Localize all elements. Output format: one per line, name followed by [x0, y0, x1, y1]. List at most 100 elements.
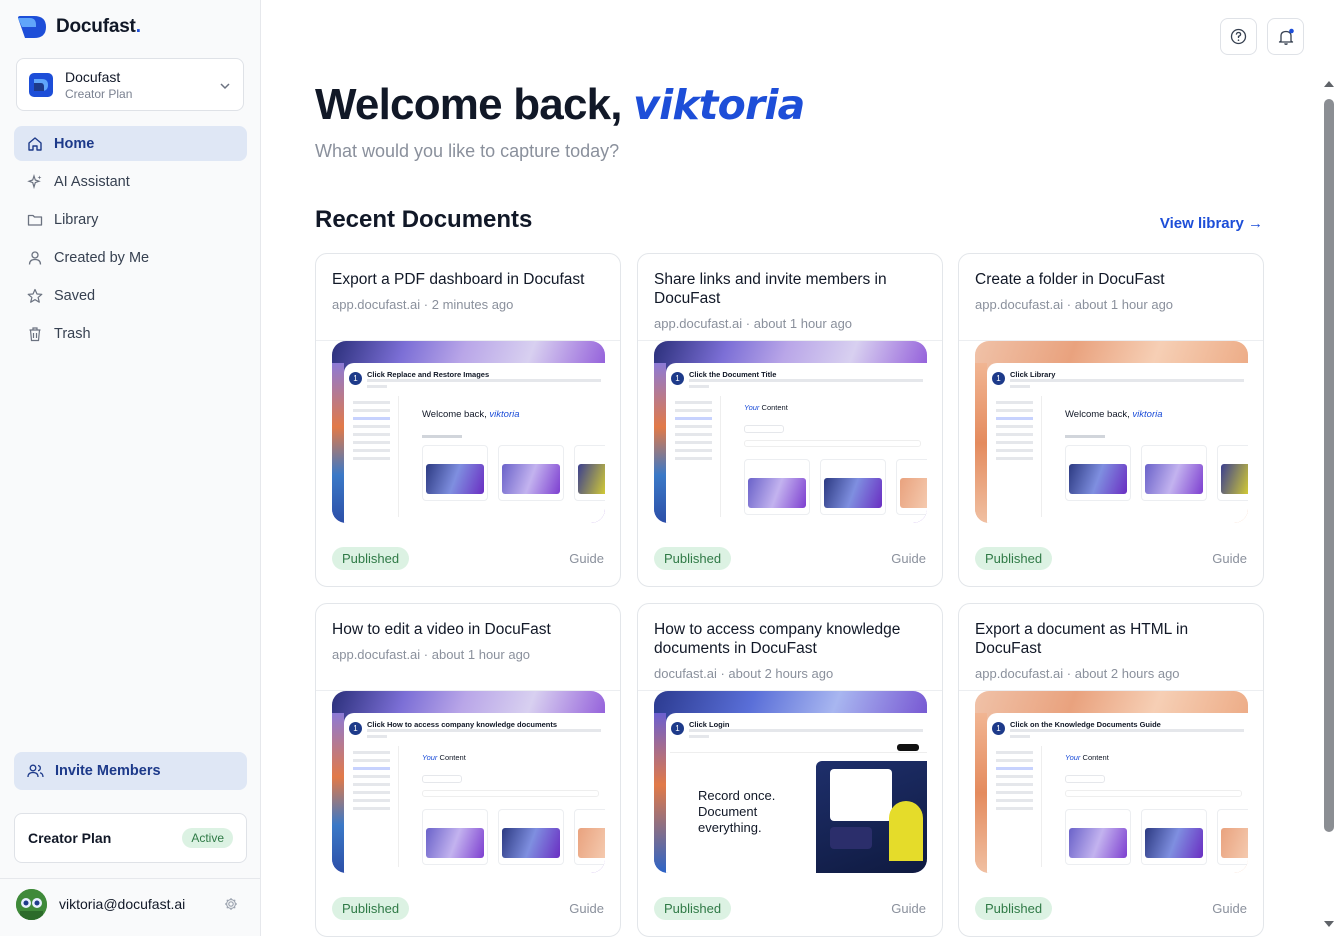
document-title: Share links and invite members in DocuFa… — [654, 271, 887, 307]
step-number-badge: 1 — [349, 722, 362, 735]
plan-status-badge: Active — [182, 828, 233, 848]
mini-welcome: Welcome back, viktoria — [422, 409, 520, 420]
trash-icon — [29, 326, 41, 341]
mini-tab — [1065, 775, 1105, 783]
status-badge: Published — [332, 547, 410, 570]
mini-card — [1065, 445, 1131, 501]
view-library-link[interactable]: View library → — [1160, 215, 1263, 232]
step-description-line — [1010, 729, 1244, 732]
mini-card — [1217, 445, 1248, 501]
document-meta: app.docufast.ai · about 1 hour ago — [654, 316, 853, 331]
notifications-button[interactable] — [1267, 18, 1304, 55]
sidebar-item-label: Library — [54, 211, 99, 228]
mini-card — [1141, 445, 1207, 501]
user-profile[interactable]: viktoria@docufast.ai — [16, 888, 246, 920]
user-icon — [28, 250, 42, 265]
sidebar-item-created-by-me[interactable]: Created by Me — [14, 240, 247, 275]
document-thumbnail: 1 Click on the Knowledge Documents Guide… — [975, 691, 1248, 873]
thumbnail-screenshot: 1 Click Library Welcome back, viktoria — [987, 363, 1248, 523]
workspace-name: Docufast — [65, 68, 121, 85]
document-card[interactable]: Export a document as HTML in DocuFast ap… — [958, 603, 1264, 937]
step-number-badge: 1 — [671, 722, 684, 735]
plan-label: Creator Plan — [28, 830, 112, 846]
mini-card — [744, 459, 810, 515]
sidebar-item-saved[interactable]: Saved — [14, 278, 247, 313]
status-badge: Published — [654, 897, 732, 920]
sidebar-item-label: AI Assistant — [54, 173, 130, 190]
hero-image — [816, 761, 927, 873]
brand-logo[interactable]: Docufast. — [16, 15, 141, 39]
step-number-badge: 1 — [349, 372, 362, 385]
document-meta: app.docufast.ai · 2 minutes ago — [332, 297, 514, 312]
document-card[interactable]: How to edit a video in DocuFast app.docu… — [315, 603, 621, 937]
document-type: Guide — [1212, 551, 1247, 566]
sidebar-item-ai-assistant[interactable]: AI Assistant — [14, 164, 247, 199]
workspace-logo-icon — [29, 72, 53, 97]
step-number-badge: 1 — [671, 372, 684, 385]
mini-sidebar — [992, 746, 1042, 867]
mini-card — [1217, 809, 1248, 865]
document-title: Create a folder in DocuFast — [975, 271, 1165, 288]
mini-card — [1141, 809, 1207, 865]
scrollbar-thumb[interactable] — [1324, 99, 1334, 832]
workspace-switcher[interactable]: Docufast Creator Plan — [16, 58, 244, 111]
step-title: Click on the Knowledge Documents Guide — [1010, 720, 1161, 729]
gear-icon[interactable] — [224, 897, 238, 911]
thumbnail-screenshot: 1 Click Replace and Restore Images Welco… — [344, 363, 605, 523]
step-title: Click Replace and Restore Images — [367, 370, 490, 379]
user-email: viktoria@docufast.ai — [59, 896, 186, 912]
step-number-badge: 1 — [992, 372, 1005, 385]
document-card[interactable]: Create a folder in DocuFast app.docufast… — [958, 253, 1264, 587]
invite-members-button[interactable]: Invite Members — [14, 752, 247, 790]
scroll-up-arrow-icon[interactable] — [1322, 78, 1336, 90]
chevron-down-icon — [220, 83, 230, 90]
step-description-line — [1010, 379, 1244, 382]
document-thumbnail: 1 Click How to access company knowledge … — [332, 691, 605, 873]
step-title: Click the Document Title — [689, 370, 777, 379]
plan-card[interactable]: Creator Plan Active — [14, 813, 247, 863]
document-title: Export a PDF dashboard in Docufast — [332, 271, 585, 288]
mini-card — [574, 445, 605, 501]
sidebar-item-library[interactable]: Library — [14, 202, 247, 237]
sidebar-item-home[interactable]: Home — [14, 126, 247, 161]
sidebar-item-trash[interactable]: Trash — [14, 316, 247, 351]
workspace-plan: Creator Plan — [65, 86, 133, 101]
home-icon — [28, 136, 42, 151]
step-description-line — [367, 379, 601, 382]
document-card[interactable]: Export a PDF dashboard in Docufast app.d… — [315, 253, 621, 587]
page-title: Welcome back, viktoria — [315, 80, 805, 129]
step-title: Click How to access company knowledge do… — [367, 720, 558, 729]
help-button[interactable] — [1220, 18, 1257, 55]
step-description-line — [689, 735, 709, 738]
sidebar-nav: Home AI Assistant Library Created by Me … — [14, 126, 247, 354]
document-meta: app.docufast.ai · about 2 hours ago — [975, 666, 1180, 681]
document-card[interactable]: How to access company knowledge document… — [637, 603, 943, 937]
step-description-line — [367, 729, 601, 732]
mini-card — [422, 809, 488, 865]
document-title: How to edit a video in DocuFast — [332, 621, 551, 638]
login-preview — [670, 743, 927, 753]
scrollbar[interactable] — [1322, 78, 1336, 936]
mini-search — [1065, 790, 1242, 797]
sidebar-item-label: Saved — [54, 287, 96, 304]
mini-card — [422, 445, 488, 501]
step-title: Click Library — [1010, 370, 1056, 379]
document-thumbnail: 1 Click the Document Title Your Content — [654, 341, 927, 523]
mini-card — [574, 809, 605, 865]
sparkle-icon — [27, 173, 42, 189]
document-meta: app.docufast.ai · about 1 hour ago — [332, 647, 531, 662]
step-description-line — [367, 385, 387, 388]
users-icon — [27, 764, 44, 778]
sidebar-item-label: Trash — [54, 325, 91, 342]
step-title: Click Login — [689, 720, 730, 729]
document-meta: docufast.ai · about 2 hours ago — [654, 666, 834, 681]
docufast-logo-icon — [18, 16, 46, 38]
scroll-down-arrow-icon[interactable] — [1322, 918, 1336, 930]
document-card[interactable]: Share links and invite members in DocuFa… — [637, 253, 943, 587]
star-icon — [27, 288, 43, 303]
document-meta: app.docufast.ai · about 1 hour ago — [975, 297, 1174, 312]
thumbnail-screenshot: 1 Click How to access company knowledge … — [344, 713, 605, 873]
mini-heading: Your Content — [422, 753, 466, 762]
mini-card — [896, 459, 927, 515]
mini-sidebar — [671, 396, 721, 517]
